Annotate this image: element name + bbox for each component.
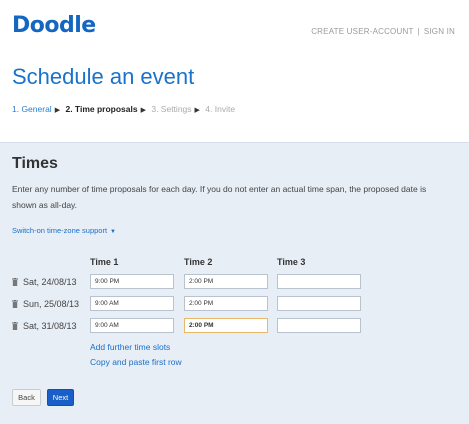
column-header-time-3: Time 3 [277, 257, 306, 267]
column-header-time-2: Time 2 [184, 257, 213, 267]
times-description: Enter any number of time proposals for e… [12, 184, 427, 210]
times-title: Times [12, 155, 58, 172]
step-settings: 3. Settings [151, 104, 192, 114]
caret-down-icon: ▼ [110, 229, 116, 235]
time-1-input[interactable] [90, 296, 174, 311]
step-arrow-icon: ▶ [194, 107, 200, 114]
create-account-link[interactable]: CREATE USER-ACCOUNT [311, 27, 413, 36]
page: Doodle CREATE USER-ACCOUNT | SIGN IN Sched… [0, 0, 469, 424]
time-3-input[interactable] [277, 274, 361, 289]
wizard-steps: 1. General ▶ 2. Time proposals ▶ 3. Settin… [12, 104, 237, 114]
back-button[interactable]: Back [12, 389, 41, 406]
sign-in-link[interactable]: SIGN IN [424, 27, 455, 36]
top-links: CREATE USER-ACCOUNT | SIGN IN [311, 27, 455, 36]
page-title: Schedule an event [12, 64, 195, 89]
copy-first-row-link[interactable]: Copy and paste first row [90, 357, 182, 367]
trash-icon[interactable] [12, 322, 18, 330]
date-row-1: Sat, 24/08/13 [12, 277, 77, 287]
step-arrow-icon: ▶ [54, 107, 61, 114]
step-arrow-icon: ▶ [140, 107, 146, 114]
doodle-logo[interactable]: Doodle [12, 13, 96, 38]
time-1-input[interactable] [90, 318, 174, 333]
timezone-link-label: Switch-on time-zone support [12, 226, 108, 235]
time-2-input[interactable] [184, 274, 268, 289]
time-3-input[interactable] [277, 296, 361, 311]
step-invite: 4. Invite [205, 104, 236, 114]
step-general[interactable]: 1. General [12, 104, 52, 114]
date-label: Sun, 25/08/13 [23, 299, 80, 309]
date-row-3: Sat, 31/08/13 [12, 321, 77, 331]
time-1-input[interactable] [90, 274, 174, 289]
time-2-input-focused[interactable] [184, 318, 268, 333]
date-label: Sat, 24/08/13 [23, 277, 77, 287]
trash-icon[interactable] [12, 278, 18, 286]
time-2-input[interactable] [184, 296, 268, 311]
times-panel: Times Enter any number of time proposals… [0, 142, 469, 424]
time-3-input[interactable] [277, 318, 361, 333]
date-row-2: Sun, 25/08/13 [12, 299, 79, 309]
date-label: Sat, 31/08/13 [23, 321, 77, 331]
top-links-separator: | [417, 27, 420, 36]
next-button[interactable]: Next [47, 389, 74, 406]
step-time-proposals: 2. Time proposals [65, 104, 138, 114]
timezone-toggle-link[interactable]: Switch-on time-zone support ▼ [12, 226, 116, 235]
column-header-time-1: Time 1 [90, 257, 119, 267]
trash-icon[interactable] [12, 300, 18, 308]
add-time-slots-link[interactable]: Add further time slots [90, 342, 170, 352]
